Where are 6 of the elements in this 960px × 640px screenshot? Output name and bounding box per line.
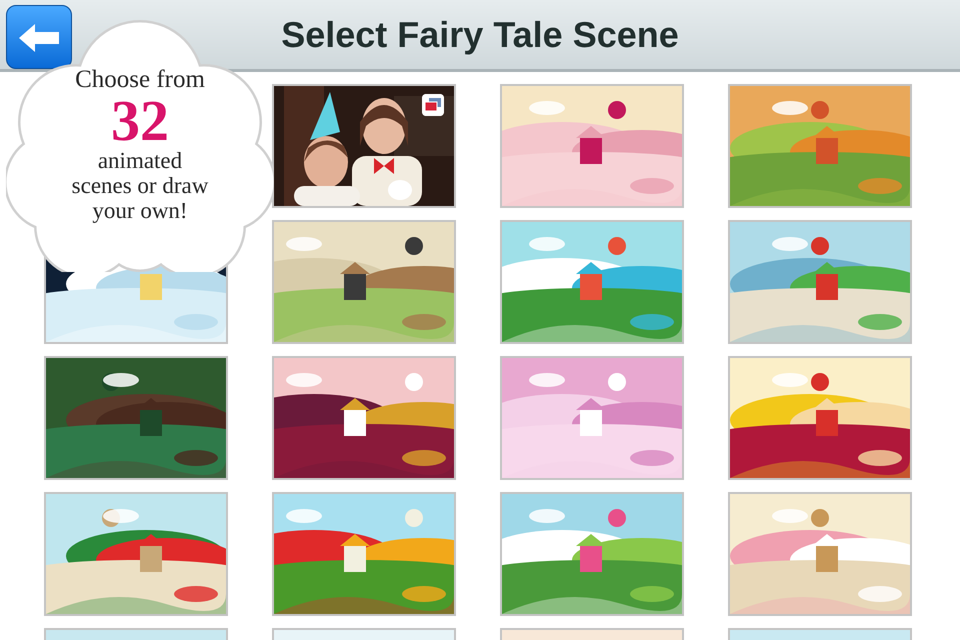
promo-text: animated scenes or draw your own! (70, 148, 210, 223)
back-button[interactable] (6, 5, 72, 69)
screen-title: Select Fairy Tale Scene (281, 14, 679, 56)
scene-count: 32 (111, 94, 169, 148)
back-arrow-icon (19, 24, 59, 52)
promo-text: Choose from (75, 66, 205, 94)
